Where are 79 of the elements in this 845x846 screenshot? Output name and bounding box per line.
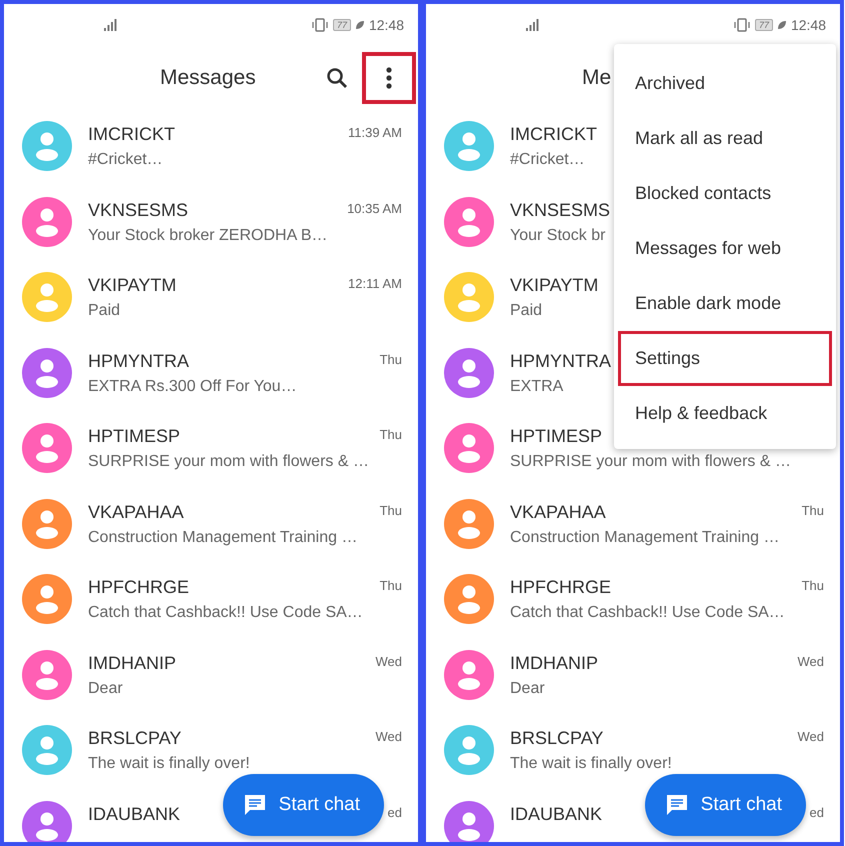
message-time: ed — [388, 804, 402, 820]
message-time: Thu — [380, 350, 402, 366]
message-time: Wed — [376, 652, 402, 668]
message-preview: SURPRISE your mom with flowers & … — [510, 453, 791, 471]
sender-name: IMCRICKT — [88, 124, 175, 145]
message-time: Thu — [802, 502, 824, 518]
sender-name: HPTIMESP — [510, 426, 602, 447]
menu-item[interactable]: Messages for web — [618, 221, 832, 276]
chat-icon — [242, 793, 267, 817]
message-time: 11:39 AM — [348, 124, 402, 140]
message-time: Wed — [376, 728, 402, 744]
vibrate-icon — [310, 18, 329, 32]
message-preview: Paid — [88, 302, 120, 320]
message-time: ed — [810, 804, 824, 820]
sender-name: HPFCHRGE — [510, 577, 612, 598]
status-time: 12:48 — [790, 17, 826, 33]
chat-icon — [664, 793, 689, 817]
message-preview: EXTRA — [510, 378, 564, 396]
message-preview: The wait is finally over! — [510, 755, 672, 773]
message-preview: Dear — [510, 680, 545, 698]
signal-icon — [104, 19, 118, 31]
start-chat-button[interactable]: Start chat — [644, 774, 806, 836]
app-title: Messages — [160, 66, 256, 90]
message-time: Thu — [380, 577, 402, 593]
sender-name: VKNSESMS — [510, 200, 610, 220]
search-icon — [325, 66, 349, 90]
leaf-icon — [354, 20, 365, 30]
sender-name: HPMYNTRA — [88, 350, 190, 372]
message-time: Thu — [380, 426, 402, 442]
sender-name: VKIPAYTM — [510, 275, 598, 296]
message-time: Thu — [802, 577, 824, 593]
sender-name: IMDHANIP — [510, 652, 598, 674]
sender-name: VKIPAYTM — [88, 275, 176, 296]
sender-name: IDAUBANK — [88, 804, 180, 824]
menu-item[interactable]: Archived — [618, 56, 832, 111]
message-preview: Catch that Cashback!! Use Code SA… — [510, 604, 785, 622]
message-preview: Paid — [510, 302, 542, 320]
message-preview: SURPRISE your mom with flowers & … — [88, 453, 369, 471]
vibrate-icon — [732, 18, 751, 32]
sender-name: IMCRICKT — [510, 124, 597, 145]
more-options-button[interactable] — [362, 52, 416, 104]
menu-item[interactable]: Help & feedback — [618, 386, 832, 441]
message-preview: #Cricket… — [510, 151, 585, 169]
sender-name: HPFCHRGE — [88, 577, 190, 598]
leaf-icon — [776, 20, 787, 30]
message-preview: Your Stock broker ZERODHA B… — [88, 226, 328, 244]
message-preview: Construction Management Training … — [88, 528, 358, 546]
message-time: Thu — [380, 502, 402, 518]
battery-indicator: 77 — [332, 19, 351, 31]
sender-name: VKAPAHAA — [88, 502, 184, 522]
menu-item[interactable]: Settings — [618, 331, 832, 386]
menu-item[interactable]: Mark all as read — [618, 111, 832, 166]
message-time: 12:11 AM — [348, 275, 402, 291]
menu-item[interactable]: Blocked contacts — [618, 166, 832, 221]
battery-indicator: 77 — [754, 19, 773, 31]
sender-name: VKNSESMS — [88, 200, 188, 220]
sender-name: BRSLCPAY — [88, 728, 182, 749]
start-chat-button[interactable]: Start chat — [222, 774, 384, 836]
sender-name: BRSLCPAY — [510, 728, 604, 749]
message-time: Wed — [798, 652, 824, 668]
message-preview: Dear — [88, 680, 123, 698]
more-options-icon — [386, 67, 392, 89]
message-preview: #Cricket… — [88, 151, 163, 169]
app-title: Me — [582, 66, 612, 90]
message-preview: The wait is finally over! — [88, 755, 250, 773]
message-preview: Catch that Cashback!! Use Code SA… — [88, 604, 363, 622]
message-preview: Your Stock br — [510, 226, 606, 244]
message-time: Wed — [798, 728, 824, 744]
message-time: 10:35 AM — [347, 200, 402, 216]
status-time: 12:48 — [368, 17, 404, 33]
sender-name: HPMYNTRA — [510, 350, 612, 372]
message-preview: EXTRA Rs.300 Off For You… — [88, 378, 297, 396]
sender-name: HPTIMESP — [88, 426, 180, 447]
sender-name: VKAPAHAA — [510, 502, 606, 522]
sender-name: IDAUBANK — [510, 804, 602, 824]
menu-item[interactable]: Enable dark mode — [618, 276, 832, 331]
sender-name: IMDHANIP — [88, 652, 176, 674]
signal-icon — [526, 19, 540, 31]
message-preview: Construction Management Training … — [510, 528, 780, 546]
